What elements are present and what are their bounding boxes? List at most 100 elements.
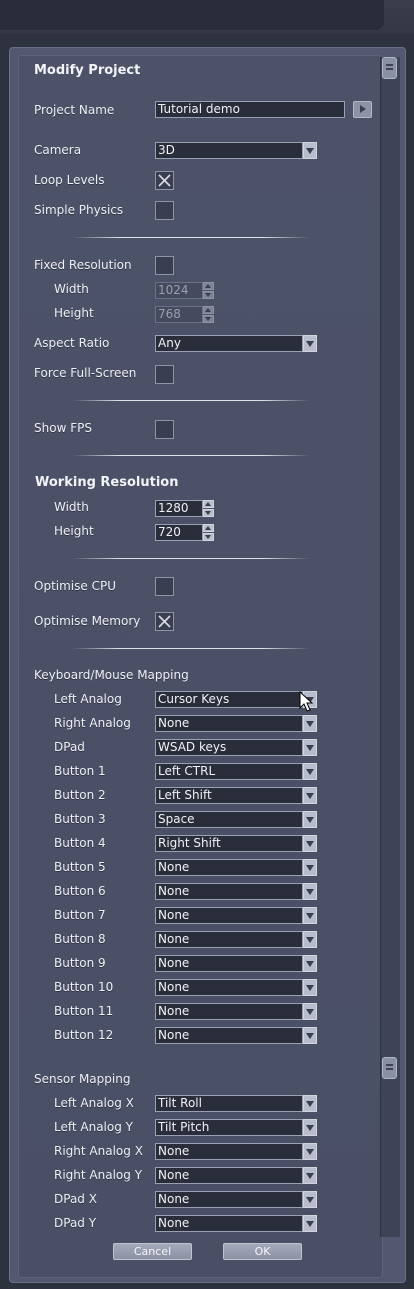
stepper-up-icon[interactable] bbox=[203, 306, 214, 314]
mapping-row-value: None bbox=[155, 859, 303, 876]
chevron-down-icon[interactable] bbox=[303, 1143, 317, 1160]
mapping-row-dropdown[interactable]: Tilt Roll bbox=[155, 1095, 317, 1112]
mapping-row-dropdown[interactable]: None bbox=[155, 859, 317, 876]
mapping-row-value: Right Shift bbox=[155, 835, 303, 852]
mapping-row-value: None bbox=[155, 979, 303, 996]
mapping-row-value: None bbox=[155, 931, 303, 948]
mapping-row-value: None bbox=[155, 1191, 303, 1208]
check-x-icon bbox=[158, 615, 171, 628]
working-width-input[interactable]: 1280 bbox=[155, 500, 203, 517]
stepper-down-icon[interactable] bbox=[203, 315, 214, 323]
stepper-up-icon[interactable] bbox=[203, 500, 214, 508]
force-fullscreen-checkbox[interactable] bbox=[155, 365, 174, 384]
stepper-down-icon[interactable] bbox=[203, 509, 214, 517]
scrollbar-thumb-top[interactable] bbox=[382, 57, 397, 79]
simple-physics-checkbox[interactable] bbox=[155, 201, 174, 220]
stepper-down-icon[interactable] bbox=[203, 291, 214, 299]
working-width-stepper[interactable] bbox=[203, 500, 214, 517]
divider bbox=[72, 648, 310, 649]
chevron-down-icon[interactable] bbox=[303, 1003, 317, 1020]
mapping-row-dropdown[interactable]: Left Shift bbox=[155, 787, 317, 804]
working-height-input[interactable]: 720 bbox=[155, 524, 203, 541]
chevron-down-icon[interactable] bbox=[303, 1027, 317, 1044]
mapping-row-dropdown[interactable]: None bbox=[155, 907, 317, 924]
chevron-down-icon[interactable] bbox=[303, 859, 317, 876]
chevron-down-icon[interactable] bbox=[303, 835, 317, 852]
optimise-memory-checkbox[interactable] bbox=[155, 612, 174, 631]
mapping-row-value: None bbox=[155, 715, 303, 732]
mapping-row-dropdown[interactable]: None bbox=[155, 979, 317, 996]
chevron-down-icon[interactable] bbox=[303, 763, 317, 780]
project-name-go-button[interactable] bbox=[353, 101, 372, 118]
camera-dropdown[interactable]: 3D bbox=[155, 142, 317, 159]
fixed-width-input[interactable]: 1024 bbox=[155, 282, 203, 299]
mapping-row-value: None bbox=[155, 1003, 303, 1020]
stepper-down-icon[interactable] bbox=[203, 533, 214, 541]
project-name-input[interactable]: Tutorial demo bbox=[155, 101, 345, 118]
fixed-height-stepper[interactable] bbox=[203, 306, 214, 323]
mapping-row-dropdown[interactable]: None bbox=[155, 715, 317, 732]
stepper-up-icon[interactable] bbox=[203, 524, 214, 532]
mapping-row-value: WSAD keys bbox=[155, 739, 303, 756]
optimise-cpu-checkbox[interactable] bbox=[155, 577, 174, 596]
scrollbar-thumb-bottom[interactable] bbox=[382, 1057, 397, 1079]
mapping-row-dropdown[interactable]: None bbox=[155, 1191, 317, 1208]
mapping-row-dropdown[interactable]: Cursor Keys bbox=[155, 691, 317, 708]
simple-physics-label: Simple Physics bbox=[34, 203, 124, 217]
mapping-row-dropdown[interactable]: None bbox=[155, 1215, 317, 1232]
mapping-row-dropdown[interactable]: None bbox=[155, 1027, 317, 1044]
chevron-down-icon[interactable] bbox=[303, 1095, 317, 1112]
chevron-down-icon[interactable] bbox=[303, 883, 317, 900]
loop-levels-checkbox[interactable] bbox=[155, 171, 174, 190]
show-fps-checkbox[interactable] bbox=[155, 420, 174, 439]
mapping-row-dropdown[interactable]: Space bbox=[155, 811, 317, 828]
mapping-row-dropdown[interactable]: None bbox=[155, 883, 317, 900]
chevron-down-icon[interactable] bbox=[303, 1167, 317, 1184]
chevron-down-icon[interactable] bbox=[303, 1119, 317, 1136]
mapping-row-dropdown[interactable]: None bbox=[155, 955, 317, 972]
chevron-down-icon[interactable] bbox=[303, 787, 317, 804]
mapping-row-label: Button 8 bbox=[54, 932, 106, 946]
chevron-down-icon[interactable] bbox=[303, 931, 317, 948]
fixed-width-stepper[interactable] bbox=[203, 282, 214, 299]
mapping-row-dropdown[interactable]: Tilt Pitch bbox=[155, 1119, 317, 1136]
mapping-row-dropdown[interactable]: None bbox=[155, 931, 317, 948]
stepper-up-icon[interactable] bbox=[203, 282, 214, 290]
force-fullscreen-label: Force Full-Screen bbox=[34, 366, 137, 380]
working-height-stepper[interactable] bbox=[203, 524, 214, 541]
mapping-row-value: None bbox=[155, 883, 303, 900]
mapping-row-dropdown[interactable]: WSAD keys bbox=[155, 739, 317, 756]
chevron-down-icon[interactable] bbox=[303, 907, 317, 924]
cancel-button[interactable]: Cancel bbox=[113, 1243, 192, 1260]
mapping-row-dropdown[interactable]: None bbox=[155, 1167, 317, 1184]
mapping-row-dropdown[interactable]: Left CTRL bbox=[155, 763, 317, 780]
fixed-height-label: Height bbox=[54, 306, 94, 320]
sensor-mapping-title: Sensor Mapping bbox=[34, 1072, 131, 1086]
aspect-ratio-dropdown[interactable]: Any bbox=[155, 335, 317, 352]
mapping-row-dropdown[interactable]: None bbox=[155, 1003, 317, 1020]
chevron-down-icon[interactable] bbox=[303, 811, 317, 828]
fixed-resolution-checkbox[interactable] bbox=[155, 256, 174, 275]
mapping-row-dropdown[interactable]: Right Shift bbox=[155, 835, 317, 852]
fixed-height-input[interactable]: 768 bbox=[155, 306, 203, 323]
mapping-row-value: Tilt Pitch bbox=[155, 1119, 303, 1136]
chevron-down-icon[interactable] bbox=[303, 1215, 317, 1232]
mapping-row-label: Left Analog X bbox=[54, 1096, 134, 1110]
chevron-down-icon[interactable] bbox=[303, 739, 317, 756]
mapping-row-label: DPad Y bbox=[54, 1216, 97, 1230]
mapping-row-label: Button 1 bbox=[54, 764, 106, 778]
mapping-row-value: None bbox=[155, 1143, 303, 1160]
chevron-down-icon[interactable] bbox=[303, 979, 317, 996]
chevron-down-icon[interactable] bbox=[303, 142, 317, 159]
chevron-down-icon[interactable] bbox=[303, 715, 317, 732]
optimise-cpu-label: Optimise CPU bbox=[34, 579, 116, 593]
mapping-row-label: Right Analog X bbox=[54, 1144, 143, 1158]
chevron-down-icon[interactable] bbox=[303, 1191, 317, 1208]
mapping-row-label: Button 7 bbox=[54, 908, 106, 922]
mapping-row-value: None bbox=[155, 1027, 303, 1044]
divider bbox=[72, 455, 310, 456]
chevron-down-icon[interactable] bbox=[303, 955, 317, 972]
ok-button[interactable]: OK bbox=[223, 1243, 302, 1260]
chevron-down-icon[interactable] bbox=[303, 335, 317, 352]
mapping-row-dropdown[interactable]: None bbox=[155, 1143, 317, 1160]
